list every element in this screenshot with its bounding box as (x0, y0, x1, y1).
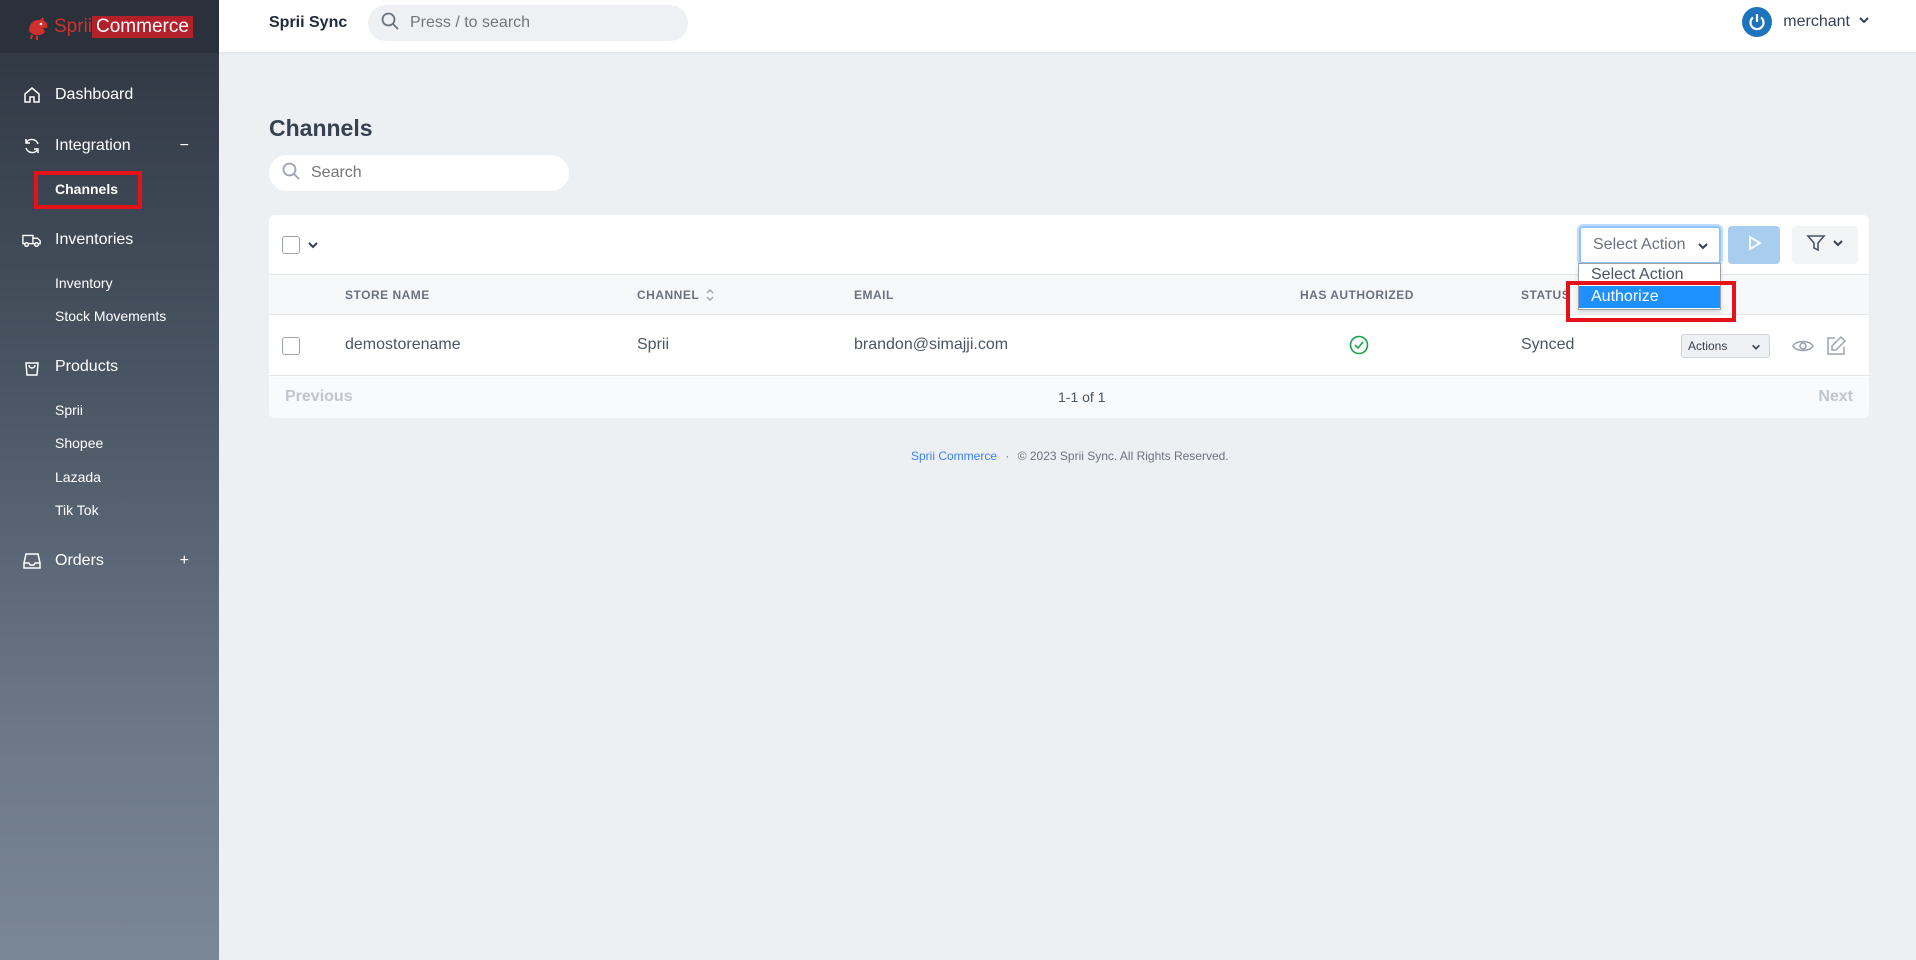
footer-separator: · (1005, 449, 1010, 463)
footer-link[interactable]: Sprii Commerce (911, 449, 997, 463)
inbox-icon (22, 551, 42, 571)
sidebar-item-orders[interactable]: Orders + (0, 546, 219, 576)
previous-button[interactable]: Previous (285, 388, 353, 406)
sort-icon[interactable] (705, 287, 715, 308)
highlight-box-authorize (1566, 281, 1736, 322)
sidebar-item-lazada[interactable]: Lazada (55, 466, 101, 488)
play-icon (1745, 234, 1763, 257)
run-action-button[interactable] (1728, 226, 1780, 264)
footer: Sprii Commerce · © 2023 Sprii Sync. All … (911, 449, 1229, 463)
shopping-bag-icon (22, 357, 42, 377)
app-title: Sprii Sync (269, 14, 348, 31)
search-icon (281, 161, 301, 186)
chevron-down-icon (1697, 239, 1709, 257)
sidebar-item-inventories[interactable]: Inventories (0, 225, 219, 255)
select-action-value: Select Action (1593, 236, 1686, 253)
sidebar-item-shopee[interactable]: Shopee (55, 432, 103, 454)
user-menu[interactable]: merchant (1742, 7, 1870, 37)
username: merchant (1783, 13, 1850, 30)
brand[interactable]: Sprii Commerce (0, 0, 219, 53)
topbar: Sprii Sync merchant (219, 0, 1916, 53)
brand-commerce: Commerce (92, 15, 193, 38)
table-row: demostorename Sprii brandon@simajji.com … (269, 316, 1869, 376)
sidebar-item-label: Integration (55, 137, 131, 154)
sidebar-item-label: Products (55, 358, 119, 375)
sidebar: Sprii Commerce Dashboard Integration − Ch… (0, 0, 219, 960)
highlight-box-channels (34, 171, 142, 209)
column-header-status[interactable]: STATUS (1521, 288, 1570, 302)
channel-search[interactable] (269, 155, 569, 191)
cell-channel: Sprii (637, 336, 670, 353)
expand-toggle-icon[interactable]: + (180, 552, 189, 570)
next-button[interactable]: Next (1818, 388, 1853, 406)
brand-sprii: Sprii (54, 15, 93, 37)
select-action-dropdown[interactable]: Select Action (1579, 226, 1721, 264)
global-search-input[interactable] (410, 14, 660, 32)
pagination: Previous 1-1 of 1 Next (269, 377, 1869, 418)
bulk-select-chevron-icon[interactable] (307, 238, 319, 256)
rooster-logo-icon (22, 12, 52, 42)
chevron-down-icon (1751, 341, 1761, 355)
filter-icon (1806, 233, 1826, 258)
chevron-down-icon (1858, 13, 1870, 31)
column-header-email[interactable]: EMAIL (854, 288, 894, 302)
power-avatar-icon (1742, 7, 1773, 37)
column-header-store-name[interactable]: STORE NAME (345, 288, 430, 302)
eye-icon[interactable] (1792, 336, 1814, 361)
channel-search-input[interactable] (311, 164, 551, 182)
sidebar-item-label: Orders (55, 552, 104, 569)
global-search[interactable] (368, 5, 688, 41)
edit-icon[interactable] (1825, 335, 1847, 362)
footer-copyright: © 2023 Sprii Sync. All Rights Reserved. (1017, 449, 1229, 463)
sidebar-item-tiktok[interactable]: Tik Tok (55, 499, 99, 521)
search-icon (380, 11, 400, 36)
cell-email: brandon@simajji.com (854, 336, 1009, 353)
chevron-down-icon (1832, 236, 1844, 254)
sidebar-item-label: Dashboard (55, 86, 134, 103)
collapse-toggle-icon[interactable]: − (180, 137, 189, 155)
sidebar-item-stock-movements[interactable]: Stock Movements (55, 305, 166, 327)
sidebar-item-inventory[interactable]: Inventory (55, 272, 113, 294)
sidebar-item-dashboard[interactable]: Dashboard (0, 80, 219, 110)
pagination-count: 1-1 of 1 (1058, 389, 1106, 405)
column-header-has-authorized[interactable]: HAS AUTHORIZED (1300, 288, 1414, 302)
filter-button[interactable] (1792, 226, 1858, 264)
check-circle-icon (1349, 335, 1369, 360)
refresh-icon (22, 136, 42, 156)
sidebar-item-label: Inventories (55, 231, 134, 248)
cell-store-name: demostorename (345, 336, 461, 353)
row-actions-label: Actions (1688, 339, 1728, 353)
sidebar-item-integration[interactable]: Integration − (0, 131, 219, 161)
select-all-checkbox[interactable] (282, 236, 300, 254)
page-title: Channels (269, 115, 373, 141)
column-header-channel[interactable]: CHANNEL (637, 288, 699, 302)
sidebar-item-sprii[interactable]: Sprii (55, 399, 83, 421)
cell-status: Synced (1521, 336, 1575, 353)
sidebar-item-products[interactable]: Products (0, 352, 219, 382)
home-icon (22, 85, 42, 105)
row-actions-dropdown[interactable]: Actions (1681, 334, 1770, 358)
row-checkbox[interactable] (282, 337, 300, 355)
truck-icon (22, 230, 42, 250)
